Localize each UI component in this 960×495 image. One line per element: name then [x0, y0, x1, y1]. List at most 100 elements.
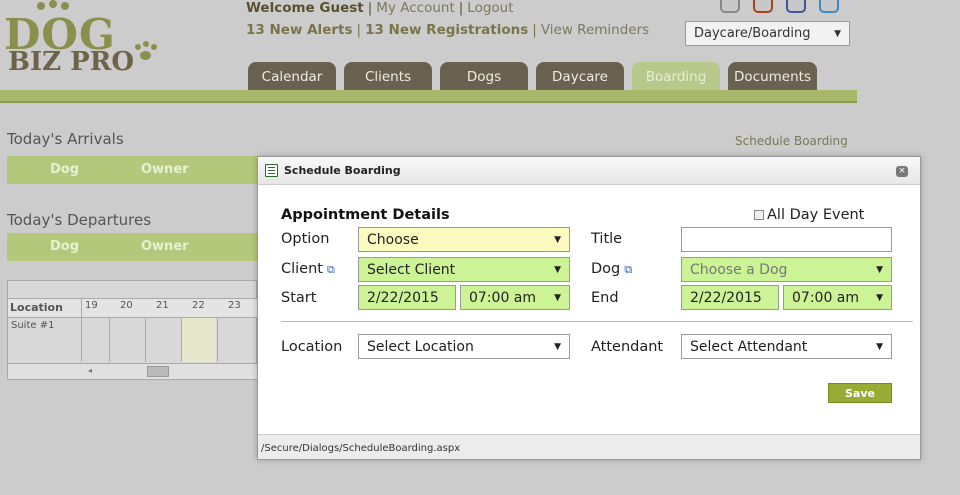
title-input[interactable]	[681, 227, 892, 252]
client-label: Client ⧉	[281, 261, 335, 277]
dropdown-arrow-icon: ▼	[876, 292, 883, 303]
alerts-link[interactable]: 13 New Alerts	[246, 22, 353, 38]
calendar-today-cell[interactable]	[181, 318, 216, 362]
view-reminders-link[interactable]: View Reminders	[541, 22, 649, 38]
calendar-day: 22	[192, 300, 205, 311]
registrations-link[interactable]: 13 New Registrations	[365, 22, 528, 38]
welcome-text: Welcome Guest	[246, 0, 364, 16]
schedule-boarding-link[interactable]: Schedule Boarding	[735, 134, 848, 148]
appointment-details-heading: Appointment Details	[281, 207, 450, 223]
twitter-icon[interactable]	[819, 0, 839, 13]
close-icon[interactable]: ×	[896, 166, 908, 177]
scroll-left-icon[interactable]: ◂	[88, 366, 92, 375]
calendar-divider	[181, 318, 182, 362]
dropdown-arrow-icon: ▼	[554, 264, 561, 275]
arrivals-header: Dog Owner	[7, 156, 257, 184]
tab-boarding[interactable]: Boarding	[632, 62, 720, 92]
youtube-icon[interactable]	[753, 0, 773, 13]
save-button[interactable]: Save	[828, 383, 892, 403]
scroll-thumb[interactable]	[147, 366, 169, 377]
arrivals-col-owner[interactable]: Owner	[141, 162, 189, 177]
paw-icon	[140, 51, 151, 60]
dialog-url: /Secure/Dialogs/ScheduleBoarding.aspx	[261, 443, 461, 454]
calendar-divider	[217, 318, 218, 362]
form-icon	[265, 164, 278, 177]
tab-calendar[interactable]: Calendar	[248, 62, 336, 92]
form-divider	[281, 321, 913, 322]
start-date-input[interactable]: 2/22/2015	[358, 285, 456, 310]
dog-select[interactable]: Choose a Dog ▼	[681, 257, 892, 282]
dropdown-arrow-icon: ▼	[554, 341, 561, 352]
external-link-icon[interactable]: ⧉	[624, 263, 632, 276]
dog-label: Dog ⧉	[591, 261, 632, 277]
client-label-text: Client	[281, 261, 323, 277]
calendar-divider	[109, 318, 110, 362]
option-label: Option	[281, 231, 330, 247]
client-value: Select Client	[367, 261, 456, 278]
logo-text-bottom: BIZ PRO	[8, 47, 134, 77]
boarding-calendar: Location 19 20 21 22 23 Suite #1 ◂	[7, 280, 258, 380]
paw-icon	[135, 44, 141, 50]
calendar-row-label: Suite #1	[11, 320, 55, 331]
paw-icon	[143, 41, 149, 47]
paw-icon	[37, 2, 45, 10]
calendar-divider	[145, 318, 146, 362]
business-type-select[interactable]: Daycare/Boarding ▼	[685, 21, 850, 46]
tab-clients[interactable]: Clients	[344, 62, 432, 92]
tab-dogs[interactable]: Dogs	[440, 62, 528, 92]
tab-documents[interactable]: Documents	[728, 62, 817, 92]
calendar-day: 23	[228, 300, 241, 311]
arrivals-col-dog[interactable]: Dog	[50, 162, 79, 177]
departures-col-owner[interactable]: Owner	[141, 239, 189, 254]
end-label: End	[591, 290, 619, 306]
dog-value: Choose a Dog	[690, 261, 788, 278]
business-type-value: Daycare/Boarding	[694, 26, 811, 41]
dropdown-arrow-icon: ▼	[876, 264, 883, 275]
all-day-checkbox[interactable]	[754, 210, 764, 220]
location-value: Select Location	[367, 338, 474, 355]
dropdown-arrow-icon: ▼	[876, 341, 883, 352]
location-label: Location	[281, 339, 343, 355]
location-select[interactable]: Select Location ▼	[358, 334, 570, 359]
headphones-icon[interactable]	[720, 0, 740, 13]
dog-label-text: Dog	[591, 261, 621, 277]
calendar-day: 19	[85, 300, 98, 311]
paw-icon	[151, 44, 157, 50]
my-account-link[interactable]: My Account	[376, 0, 454, 16]
calendar-scrollbar[interactable]: ◂	[8, 363, 258, 379]
start-label: Start	[281, 290, 317, 306]
calendar-location-header: Location	[10, 301, 63, 314]
all-day-label: All Day Event	[767, 207, 865, 223]
end-time-select[interactable]: 07:00 am ▼	[783, 285, 892, 310]
title-label: Title	[591, 231, 623, 247]
attendant-select[interactable]: Select Attendant ▼	[681, 334, 892, 359]
facebook-icon[interactable]	[786, 0, 806, 13]
start-time-select[interactable]: 07:00 am ▼	[460, 285, 570, 310]
attendant-value: Select Attendant	[690, 338, 808, 355]
logout-link[interactable]: Logout	[467, 0, 513, 16]
paw-icon	[61, 2, 69, 10]
dialog-title: Schedule Boarding	[284, 164, 401, 177]
all-day-event[interactable]: All Day Event	[754, 207, 864, 223]
tab-daycare[interactable]: Daycare	[536, 62, 624, 92]
external-link-icon[interactable]: ⧉	[327, 263, 335, 276]
calendar-day: 20	[120, 300, 133, 311]
attendant-label: Attendant	[591, 339, 664, 355]
departures-header: Dog Owner	[7, 233, 257, 261]
client-select[interactable]: Select Client ▼	[358, 257, 570, 282]
end-date-input[interactable]: 2/22/2015	[681, 285, 779, 310]
departures-col-dog[interactable]: Dog	[50, 239, 79, 254]
welcome-line: Welcome Guest | My Account | Logout	[246, 0, 514, 16]
option-value: Choose	[367, 231, 419, 248]
calendar-divider	[81, 298, 82, 362]
dialog-title-bar[interactable]: Schedule Boarding ×	[258, 157, 920, 185]
alerts-line: 13 New Alerts | 13 New Registrations | View …	[246, 22, 650, 38]
option-select[interactable]: Choose ▼	[358, 227, 570, 252]
calendar-day: 21	[156, 300, 169, 311]
dropdown-arrow-icon: ▼	[834, 28, 841, 39]
schedule-boarding-dialog: Schedule Boarding × Appointment Details …	[257, 156, 921, 460]
arrivals-title: Today's Arrivals	[7, 130, 124, 148]
start-time-value: 07:00 am	[469, 289, 537, 306]
tab-bar	[0, 90, 857, 103]
dropdown-arrow-icon: ▼	[554, 292, 561, 303]
